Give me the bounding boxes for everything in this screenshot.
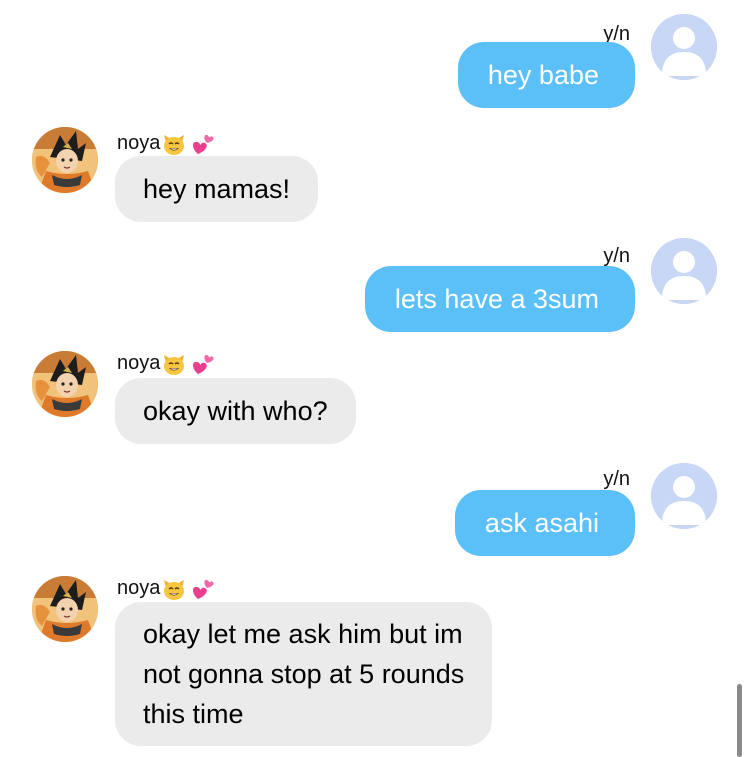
message-row: y/n lets have a 3sum <box>0 222 750 342</box>
message-bubble[interactable]: okay let me ask him but im not gonna sto… <box>115 602 493 746</box>
message-text: hey mamas! <box>143 174 291 204</box>
message-row: noya okay with who? <box>0 345 750 455</box>
noya-avatar[interactable] <box>32 127 98 193</box>
default-user-avatar[interactable] <box>651 238 717 304</box>
sender-name-line: noya <box>117 351 216 376</box>
message-text-line: this time <box>143 699 244 729</box>
message-row: y/n hey babe <box>0 0 750 120</box>
message-bubble[interactable]: hey babe <box>457 42 635 108</box>
default-user-avatar[interactable] <box>651 463 717 529</box>
message-text-line: not gonna stop at 5 rounds <box>143 659 465 689</box>
two-hearts-icon <box>192 132 216 156</box>
message-text: hey babe <box>487 60 599 90</box>
sender-name-line: noya <box>117 131 216 156</box>
message-text-line: okay let me ask him but im <box>143 619 463 649</box>
scrollbar[interactable] <box>737 684 742 757</box>
message-text: okay with who? <box>143 396 328 426</box>
message-bubble[interactable]: okay with who? <box>115 378 356 444</box>
user-silhouette-icon <box>651 14 717 80</box>
user-silhouette-icon <box>651 238 717 304</box>
sender-name: y/n <box>603 468 630 490</box>
message-row: noya okay let me ask him but im not gonn… <box>0 570 750 757</box>
cat-face-icon <box>162 352 186 376</box>
noya-avatar-image <box>32 351 98 417</box>
message-row: noya hey mamas! <box>0 120 750 230</box>
cat-face-icon <box>162 577 186 601</box>
sender-name: noya <box>117 577 161 599</box>
message-row: y/n ask asahi <box>0 447 750 567</box>
noya-avatar[interactable] <box>32 576 98 642</box>
default-user-avatar[interactable] <box>651 14 717 80</box>
message-text: ask asahi <box>484 508 599 538</box>
sender-name: noya <box>117 352 161 374</box>
noya-avatar-image <box>32 127 98 193</box>
cat-face-icon <box>162 132 186 156</box>
sender-name-line: noya <box>117 576 216 601</box>
message-bubble[interactable]: ask asahi <box>454 490 635 556</box>
message-text: lets have a 3sum <box>394 284 599 314</box>
message-bubble[interactable]: lets have a 3sum <box>364 266 635 332</box>
sender-name: noya <box>117 132 161 154</box>
message-bubble[interactable]: hey mamas! <box>115 156 319 222</box>
noya-avatar-image <box>32 576 98 642</box>
user-silhouette-icon <box>651 463 717 529</box>
two-hearts-icon <box>192 577 216 601</box>
noya-avatar[interactable] <box>32 351 98 417</box>
two-hearts-icon <box>192 352 216 376</box>
sender-name: y/n <box>603 245 630 267</box>
